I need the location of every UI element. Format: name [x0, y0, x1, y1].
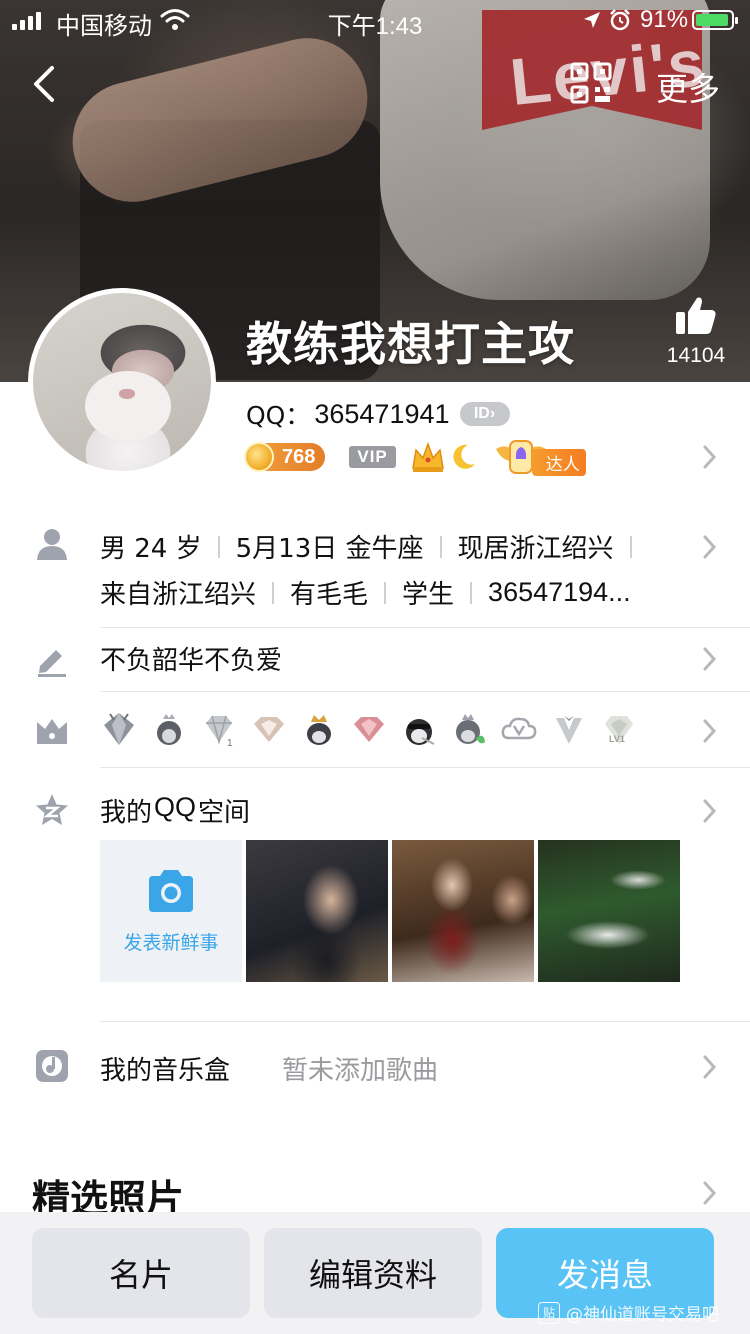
- penguin-crown-icon: [157, 714, 181, 745]
- qzone-photo-grid: 发表新鲜事: [100, 840, 680, 982]
- diamond-shield-icon: [104, 713, 134, 745]
- chevron-right-icon[interactable]: [702, 646, 718, 672]
- music-empty-label: 暂未添加歌曲: [282, 1056, 439, 1086]
- moon-icon: [453, 444, 475, 469]
- card-button[interactable]: 名片: [32, 1228, 250, 1318]
- location-icon: [584, 12, 600, 28]
- qzone-title-pre: 我的: [100, 798, 153, 828]
- coin-badge: 768: [244, 442, 326, 472]
- tuxedo-v-icon: [556, 716, 582, 744]
- pink-diamond-icon: [254, 717, 284, 742]
- id-badge-label: ID: [473, 405, 490, 422]
- signature[interactable]: 不负韶华不负爱: [100, 640, 282, 677]
- alarm-icon: [610, 9, 630, 31]
- divider: [100, 1021, 750, 1022]
- svg-text:1: 1: [227, 738, 233, 748]
- qzone-photo[interactable]: [392, 840, 534, 982]
- separator: [470, 581, 473, 604]
- camera-icon: [149, 869, 193, 912]
- info-line-2[interactable]: 来自浙江绍兴 有毛毛 学生 36547194...: [100, 574, 631, 611]
- coin-value: 768: [282, 445, 316, 468]
- divider: [100, 627, 750, 628]
- crown-outline-icon: [37, 719, 67, 744]
- crown-icon: [411, 441, 444, 472]
- separator: [629, 535, 632, 558]
- pet: 有毛毛: [290, 580, 369, 610]
- more-button[interactable]: 更多: [656, 64, 720, 110]
- occupation: 学生: [402, 580, 455, 610]
- watermark: 贴 @神仙道账号交易吧: [538, 1300, 719, 1325]
- cloud-v-icon: [501, 717, 537, 740]
- separator: [439, 535, 442, 558]
- music-box-title[interactable]: 我的音乐盒: [100, 1050, 230, 1087]
- post-new-label: 发表新鲜事: [123, 931, 219, 954]
- avatar-cat-face: [85, 371, 171, 441]
- qzone-photo[interactable]: [246, 840, 388, 982]
- qzone-star-icon: [36, 794, 68, 825]
- coin-icon: [244, 442, 274, 472]
- svg-text:LV1: LV1: [609, 734, 625, 744]
- qzone-photo[interactable]: [538, 840, 680, 982]
- battery-percent: 91%: [640, 6, 689, 33]
- chevron-left-icon[interactable]: [26, 62, 66, 106]
- status-bar: 中国移动 下午1:43 91%: [0, 0, 750, 40]
- separator: [217, 535, 220, 558]
- divider: [100, 691, 750, 692]
- nickname: 教练我想打主攻: [246, 317, 575, 371]
- clock: 下午1:43: [327, 13, 423, 40]
- chevron-right-icon[interactable]: [702, 444, 718, 470]
- id-badge[interactable]: ID ›: [459, 402, 510, 426]
- battery-icon: [692, 10, 738, 30]
- qq-number: 365471941: [314, 398, 450, 429]
- truncated-number: 36547194...: [488, 577, 631, 607]
- birthday: 5月13日 金牛座: [235, 534, 424, 564]
- vip-badge: VIP: [349, 446, 396, 468]
- person-icon: [37, 529, 67, 560]
- penguin-leaf-icon: [456, 714, 485, 744]
- info-line-1[interactable]: 男 24 岁 5月13日 金牛座 现居浙江绍兴: [100, 528, 648, 565]
- qzone-title-post: 空间: [198, 798, 251, 828]
- hometown: 来自浙江绍兴: [100, 580, 257, 610]
- badge-row[interactable]: 768 VIP 达人: [244, 437, 588, 477]
- gender-age: 男 24 岁: [100, 534, 202, 564]
- post-new-button[interactable]: 发表新鲜事: [100, 840, 242, 982]
- red-diamond-icon: [354, 717, 384, 742]
- diamond-icon: 1: [206, 715, 233, 748]
- location: 现居浙江绍兴: [457, 534, 614, 564]
- like-count: 14104: [666, 344, 726, 367]
- pen-icon: [38, 650, 66, 677]
- edit-profile-button[interactable]: 编辑资料: [264, 1228, 482, 1318]
- avatar[interactable]: [28, 288, 216, 476]
- qzone-title[interactable]: 我的 QQ 空间: [100, 792, 250, 829]
- daren-label: 达人: [531, 449, 586, 476]
- qq-number-row[interactable]: QQ： 365471941 ID ›: [246, 396, 510, 432]
- qzone-title-qq: QQ: [154, 792, 197, 822]
- watermark-text: @神仙道账号交易吧: [566, 1305, 719, 1325]
- qq-label: QQ：: [246, 401, 311, 430]
- chevron-right-icon[interactable]: [702, 798, 718, 824]
- chevron-right-icon[interactable]: [702, 718, 718, 744]
- chevron-right-icon[interactable]: [702, 1054, 718, 1080]
- separator: [384, 581, 387, 604]
- daren-badge: 达人: [494, 437, 588, 477]
- honor-icons[interactable]: 1 LV1: [100, 710, 638, 748]
- qr-code-icon[interactable]: [570, 62, 612, 104]
- chevron-right-icon[interactable]: [702, 534, 718, 560]
- separator: [272, 581, 275, 604]
- like-button[interactable]: 14104: [660, 296, 732, 368]
- watermark-logo-icon: 贴: [538, 1301, 560, 1324]
- penguin-king-icon: [307, 715, 331, 745]
- chevron-right-icon[interactable]: [702, 1180, 718, 1206]
- divider: [100, 767, 750, 768]
- music-box-icon: [36, 1050, 68, 1082]
- thumbs-up-icon: [676, 297, 716, 334]
- penguin-glasses-icon: [406, 719, 435, 745]
- lv1-diamond-icon: LV1: [605, 716, 633, 744]
- avatar-cat-nose: [119, 389, 135, 399]
